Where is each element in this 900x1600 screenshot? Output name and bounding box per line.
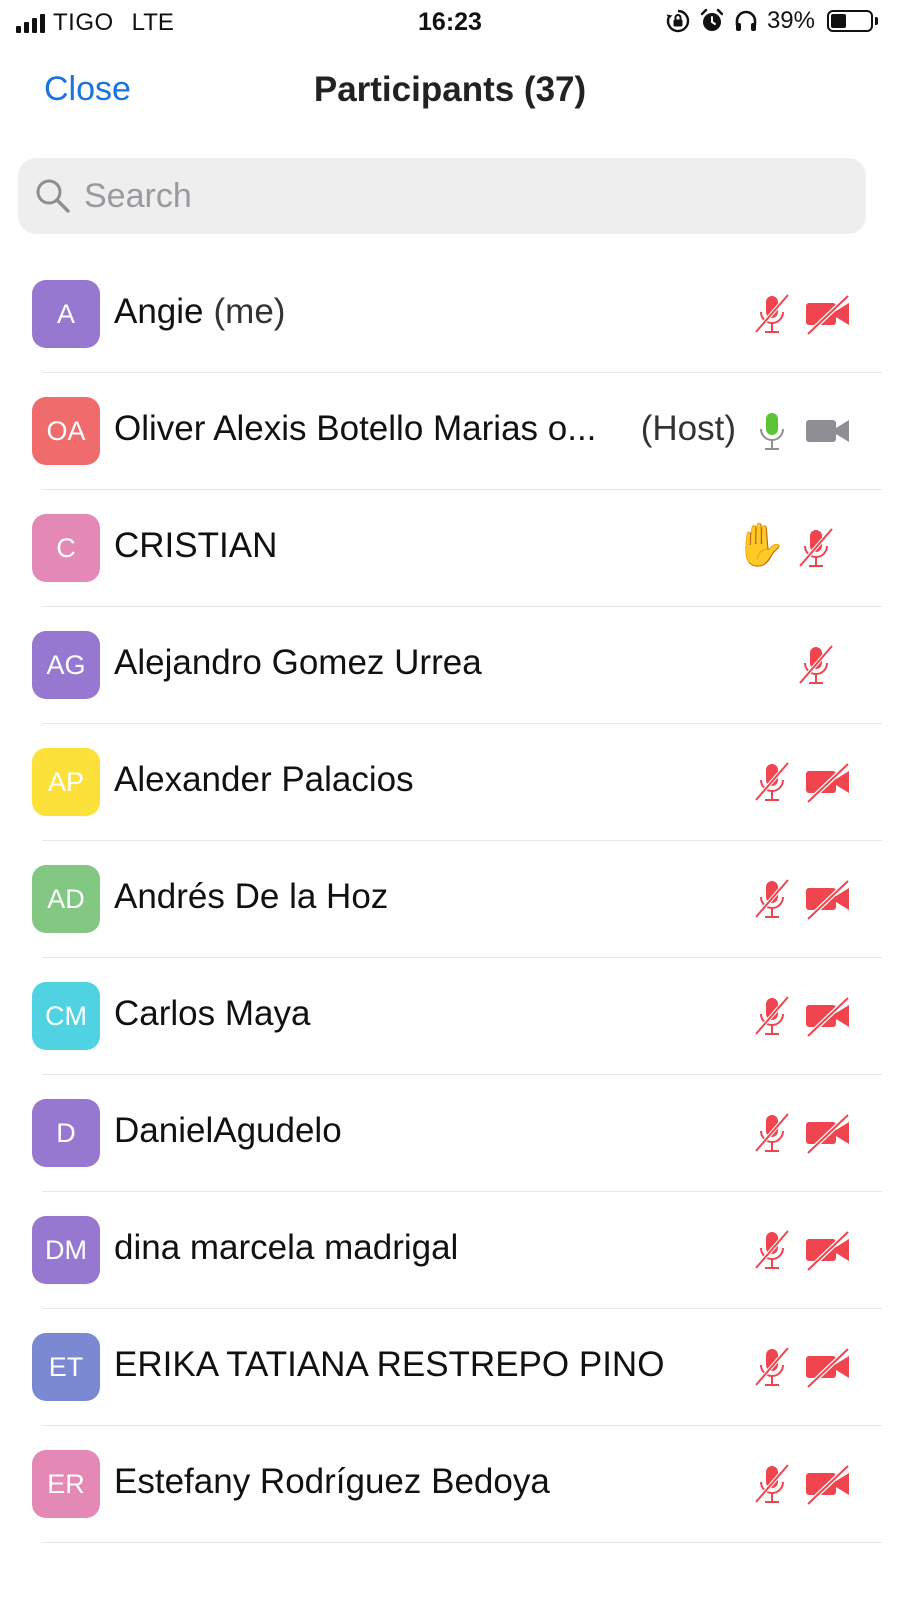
participant-name: ERIKA TATIANA RESTREPO PINO — [114, 1345, 664, 1385]
mic-muted-icon[interactable] — [750, 292, 794, 336]
headphones-icon — [735, 10, 757, 31]
participant-name-text: Andrés De la Hoz — [114, 877, 389, 916]
mic-muted-icon[interactable] — [750, 760, 794, 804]
participant-row[interactable]: AG Alejandro Gomez Urrea — [0, 607, 900, 724]
mic-muted-icon[interactable] — [794, 643, 838, 687]
search-bar[interactable] — [18, 158, 866, 234]
participant-list: A Angie (me) OA Oliver Alexis Botello Marias… — [0, 256, 900, 1543]
avatar: D — [32, 1099, 100, 1167]
mic-muted-icon[interactable] — [794, 526, 838, 570]
participant-name: Alejandro Gomez Urrea — [114, 643, 482, 683]
nav-bar: Close Participants (37) — [0, 56, 900, 126]
avatar: AG — [32, 631, 100, 699]
video-on-icon[interactable] — [804, 409, 852, 453]
mic-muted-icon[interactable] — [750, 1228, 794, 1272]
avatar: ET — [32, 1333, 100, 1401]
avatar-initials: CM — [45, 1000, 87, 1031]
video-off-icon[interactable] — [804, 1111, 852, 1155]
participant-name-text: Carlos Maya — [114, 994, 311, 1033]
battery-icon — [827, 10, 878, 32]
avatar: ER — [32, 1450, 100, 1518]
alarm-icon — [700, 8, 724, 31]
participant-name: Oliver Alexis Botello Marias o... — [114, 409, 596, 449]
mic-muted-icon[interactable] — [750, 994, 794, 1038]
video-off-icon[interactable] — [804, 292, 852, 336]
participant-name: CRISTIAN — [114, 526, 277, 566]
status-right: 39% — [665, 7, 878, 35]
raised-hand-icon: ✋ — [734, 521, 787, 568]
avatar-initials: AG — [46, 649, 86, 680]
avatar-initials: ET — [48, 1351, 84, 1382]
avatar-initials: ER — [47, 1468, 85, 1499]
participant-name: Carlos Maya — [114, 994, 310, 1034]
participant-row[interactable]: ER Estefany Rodríguez Bedoya — [0, 1426, 900, 1543]
participant-row[interactable]: C CRISTIAN ✋ — [0, 490, 900, 607]
avatar-initials: AP — [47, 766, 85, 797]
participant-row[interactable]: ET ERIKA TATIANA RESTREPO PINO — [0, 1309, 900, 1426]
participant-name-text: Alejandro Gomez Urrea — [114, 643, 482, 682]
participant-name: Andrés De la Hoz — [114, 877, 388, 917]
avatar-initials: DM — [45, 1234, 87, 1265]
participant-row[interactable]: AD Andrés De la Hoz — [0, 841, 900, 958]
avatar: OA — [32, 397, 100, 465]
participant-name-text: CRISTIAN — [114, 526, 278, 565]
avatar-initials: OA — [46, 415, 86, 446]
participant-suffix: (me) — [213, 292, 286, 331]
video-off-icon[interactable] — [804, 1462, 852, 1506]
avatar: CM — [32, 982, 100, 1050]
avatar: AD — [32, 865, 100, 933]
participant-name: Estefany Rodríguez Bedoya — [114, 1462, 550, 1502]
avatar: C — [32, 514, 100, 582]
battery-percent: 39% — [766, 7, 815, 34]
search-input[interactable] — [84, 176, 784, 216]
participant-name-text: Angie — [114, 292, 204, 331]
participant-row[interactable]: OA Oliver Alexis Botello Marias o... (Host… — [0, 373, 900, 490]
video-off-icon[interactable] — [804, 1345, 852, 1389]
participant-name: dina marcela madrigal — [114, 1228, 458, 1268]
avatar: A — [32, 280, 100, 348]
participant-row[interactable]: AP Alexander Palacios — [0, 724, 900, 841]
participant-name-text: Oliver Alexis Botello Marias o... — [114, 409, 597, 448]
mic-muted-icon[interactable] — [750, 1345, 794, 1389]
page-title: Participants (37) — [313, 70, 587, 109]
participant-name-text: dina marcela madrigal — [114, 1228, 459, 1267]
participant-name-text: DanielAgudelo — [114, 1111, 342, 1150]
participant-row[interactable]: DM dina marcela madrigal — [0, 1192, 900, 1309]
avatar-initials: AD — [47, 883, 85, 914]
search-icon — [36, 179, 70, 213]
video-off-icon[interactable] — [804, 760, 852, 804]
mic-muted-icon[interactable] — [750, 877, 794, 921]
participant-name: Alexander Palacios — [114, 760, 414, 800]
mic-on-icon[interactable] — [750, 409, 794, 453]
rotation-lock-icon — [666, 9, 690, 33]
video-off-icon[interactable] — [804, 994, 852, 1038]
participant-row[interactable]: D DanielAgudelo — [0, 1075, 900, 1192]
host-tag: (Host) — [640, 409, 736, 448]
mic-muted-icon[interactable] — [750, 1462, 794, 1506]
participant-name: Angie (me) — [114, 292, 285, 332]
video-off-icon[interactable] — [804, 877, 852, 921]
row-divider — [42, 1542, 882, 1543]
video-off-icon[interactable] — [804, 1228, 852, 1272]
participant-name: DanielAgudelo — [114, 1111, 342, 1151]
participant-row[interactable]: A Angie (me) — [0, 256, 900, 373]
avatar: AP — [32, 748, 100, 816]
avatar-initials: A — [56, 298, 75, 329]
participant-name-text: Estefany Rodríguez Bedoya — [114, 1462, 550, 1501]
participant-name-text: ERIKA TATIANA RESTREPO PINO — [114, 1345, 665, 1384]
participant-name-text: Alexander Palacios — [114, 760, 414, 799]
avatar: DM — [32, 1216, 100, 1284]
avatar-initials: C — [56, 532, 76, 563]
participant-row[interactable]: CM Carlos Maya — [0, 958, 900, 1075]
mic-muted-icon[interactable] — [750, 1111, 794, 1155]
avatar-initials: D — [56, 1117, 76, 1148]
status-bar: TIGO LTE 16:23 39% — [0, 0, 900, 44]
